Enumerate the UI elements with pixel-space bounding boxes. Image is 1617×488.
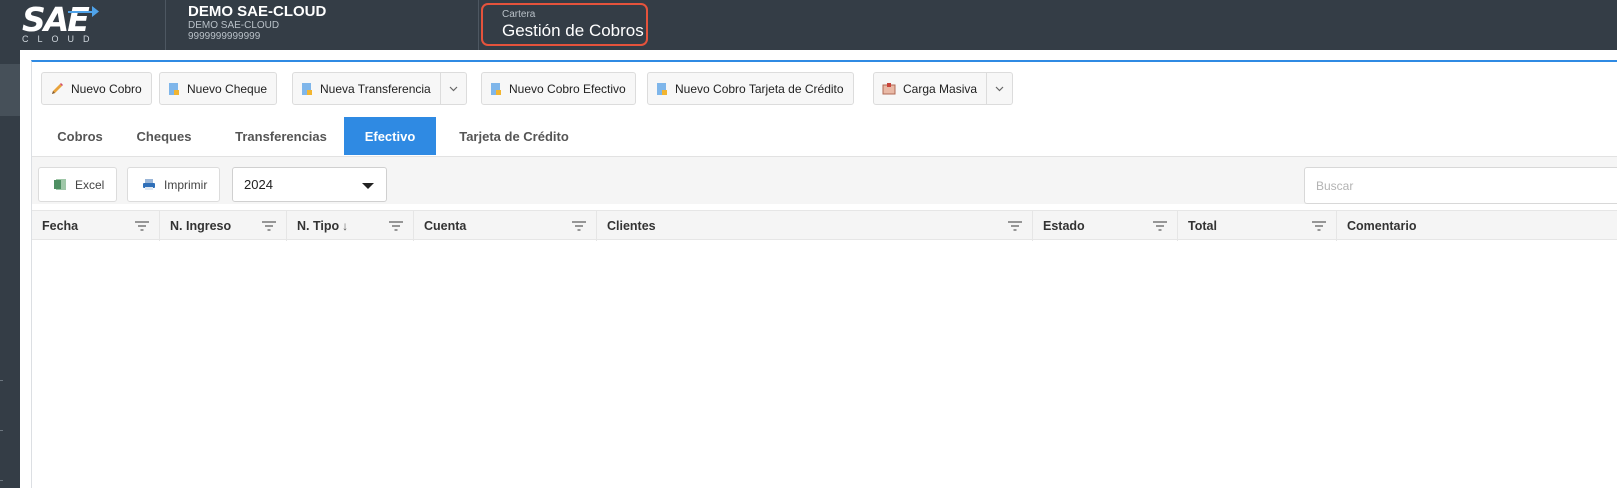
company-info: DEMO SAE-CLOUD DEMO SAE-CLOUD 9999999999… — [188, 3, 326, 42]
nuevo-cobro-label: Nuevo Cobro — [71, 81, 142, 96]
top-bar: SAE CLOUD DEMO SAE-CLOUD DEMO SAE-CLOUD … — [0, 0, 1617, 50]
nueva-transferencia-button[interactable]: Nueva Transferencia — [293, 73, 440, 104]
sidebar-tick — [0, 430, 3, 431]
tab-cheques[interactable]: Cheques — [124, 117, 204, 155]
column-header-n-tipo[interactable]: N. Tipo ↓ — [287, 211, 414, 241]
column-label: N. Tipo — [297, 219, 340, 233]
document-icon — [657, 82, 667, 95]
filter-icon[interactable] — [135, 221, 149, 231]
logo-subtitle: CLOUD — [22, 34, 99, 44]
excel-label: Excel — [75, 177, 105, 192]
filter-icon[interactable] — [389, 221, 403, 231]
sidebar-tick — [0, 480, 3, 481]
module-category: Cartera — [502, 9, 536, 20]
carga-masiva-split-button[interactable]: Carga Masiva — [873, 72, 1014, 105]
printer-icon — [143, 179, 155, 190]
column-header-estado[interactable]: Estado — [1033, 211, 1178, 241]
filter-icon[interactable] — [262, 221, 276, 231]
nuevo-cobro-tarjeta-label: Nuevo Cobro Tarjeta de Crédito — [675, 81, 844, 96]
imprimir-label: Imprimir — [164, 177, 208, 192]
tab-tarjeta-de-credito[interactable]: Tarjeta de Crédito — [446, 117, 582, 155]
company-alias: DEMO SAE-CLOUD — [188, 20, 280, 31]
excel-icon — [54, 179, 66, 190]
chevron-down-icon — [995, 86, 1004, 91]
search-input[interactable] — [1304, 167, 1617, 204]
nuevo-cheque-label: Nuevo Cheque — [187, 81, 268, 96]
filter-icon[interactable] — [572, 221, 586, 231]
excel-button[interactable]: Excel — [38, 167, 118, 202]
sae-cloud-logo[interactable]: SAE CLOUD — [0, 0, 164, 50]
nuevo-cheque-button[interactable]: Nuevo Cheque — [159, 72, 278, 105]
nueva-transferencia-split-button[interactable]: Nueva Transferencia — [292, 72, 467, 105]
nueva-transferencia-dropdown[interactable] — [439, 73, 466, 104]
module-title: Gestión de Cobros — [502, 21, 644, 40]
carga-masiva-dropdown[interactable] — [986, 73, 1012, 104]
sidebar-tick — [0, 380, 3, 381]
tab-transferencias[interactable]: Transferencias — [222, 117, 340, 155]
column-header-clientes[interactable]: Clientes — [597, 211, 1033, 241]
column-header-cuenta[interactable]: Cuenta — [414, 211, 597, 241]
company-name: DEMO SAE-CLOUD — [188, 3, 327, 20]
filter-icon[interactable] — [1008, 221, 1022, 231]
nuevo-cobro-tarjeta-button[interactable]: Nuevo Cobro Tarjeta de Crédito — [647, 72, 854, 105]
logo-arrow-icon — [68, 6, 99, 17]
module-title-box: Cartera Gestión de Cobros — [481, 3, 648, 46]
caret-down-icon — [362, 183, 374, 189]
column-label: Estado — [1043, 219, 1085, 233]
column-label: Cuenta — [424, 219, 467, 233]
sidebar-active-item[interactable] — [0, 64, 20, 116]
filter-icon[interactable] — [1312, 221, 1326, 231]
left-sidebar-rail[interactable] — [0, 50, 20, 488]
box-icon — [882, 83, 896, 95]
tab-efectivo[interactable]: Efectivo — [344, 117, 436, 155]
year-select-value: 2024 — [244, 177, 273, 192]
year-select[interactable]: 2024 — [232, 167, 387, 202]
chevron-down-icon — [449, 86, 458, 91]
sort-descending-icon: ↓ — [342, 219, 349, 233]
filter-icon[interactable] — [1153, 221, 1167, 231]
column-header-comentario[interactable]: Comentario — [1337, 211, 1617, 241]
header-divider — [165, 0, 166, 50]
company-id: 9999999999999 — [188, 31, 261, 42]
column-label: Fecha — [42, 219, 79, 233]
column-label: N. Ingreso — [170, 219, 232, 233]
grid-body-empty — [32, 241, 1617, 488]
nuevo-cobro-button[interactable]: Nuevo Cobro — [41, 72, 152, 105]
grid-header: Fecha N. Ingreso N. Tipo ↓ Cuenta Cliente… — [32, 210, 1617, 241]
pencil-icon — [52, 82, 63, 94]
carga-masiva-label: Carga Masiva — [903, 81, 978, 96]
column-header-total[interactable]: Total — [1178, 211, 1337, 241]
column-label: Clientes — [607, 219, 656, 233]
document-icon — [491, 82, 501, 95]
column-label: Total — [1188, 219, 1217, 233]
column-label: Comentario — [1347, 219, 1417, 233]
nuevo-cobro-efectivo-button[interactable]: Nuevo Cobro Efectivo — [481, 72, 636, 105]
header-divider — [478, 0, 479, 50]
nueva-transferencia-label: Nueva Transferencia — [320, 81, 431, 96]
imprimir-button[interactable]: Imprimir — [127, 167, 221, 202]
column-label-wrap: N. Tipo ↓ — [297, 219, 348, 233]
column-header-n-ingreso[interactable]: N. Ingreso — [160, 211, 287, 241]
tab-cobros[interactable]: Cobros — [44, 117, 116, 155]
carga-masiva-button[interactable]: Carga Masiva — [874, 73, 986, 104]
document-icon — [302, 82, 312, 95]
nuevo-cobro-efectivo-label: Nuevo Cobro Efectivo — [509, 81, 626, 96]
column-header-fecha[interactable]: Fecha — [32, 211, 160, 241]
document-icon — [169, 82, 179, 95]
